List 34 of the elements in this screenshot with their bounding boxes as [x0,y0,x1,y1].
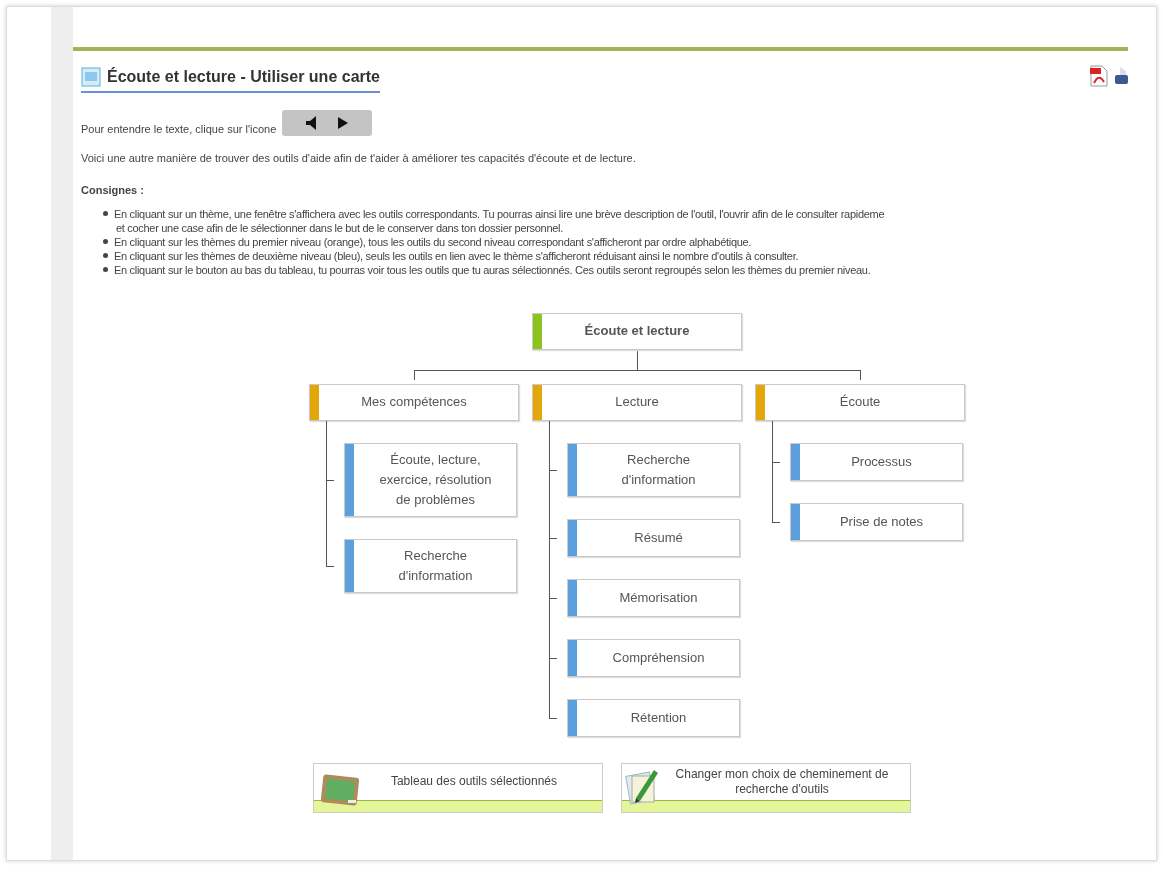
bullet-icon [103,266,108,272]
action-button[interactable]: Tableau des outils sélectionnés [313,762,603,813]
topic-node[interactable]: Mes compétences [309,383,519,421]
topic-node[interactable]: Recherche d'information [344,538,517,593]
intro-text: Voici une autre manière de trouver des outils d'aide afin de t'aider à améliorer tes capacités d'écoute et de lecture. [80,150,637,166]
action-button[interactable]: Changer mon choix de cheminement de recherche d'outils [621,762,911,813]
page-icon [81,67,101,87]
topic-node[interactable]: Prise de notes [790,502,963,541]
topic-node[interactable]: Processus [790,442,963,481]
bullet-icon [103,238,108,244]
bullet-icon [103,210,108,216]
instruction-text: En cliquant sur le bouton au bas du tableau, tu pourras voir tous les outils que tu auras sélectionnés. Ces outils seront regroupés selon les thèmes du premier niveau. [114,262,871,277]
topic-node[interactable]: Résumé [567,518,740,557]
instructions-heading: Consignes : [80,183,145,198]
instruction-text: En cliquant sur un thème, une fenêtre s'affichera avec les outils correspondants. Tu pourras ainsi lire une brève description de l'outil, l'ouvrir afin de le consulter rapideme [114,206,885,221]
printer-icon[interactable] [1114,65,1128,87]
speaker-icon[interactable] [306,116,319,131]
instruction-text: et cocher une case afin de le sélectionner dans le but de le conserver dans ton dossier personnel. [116,220,563,235]
pdf-icon[interactable] [1090,65,1108,87]
topic-node[interactable]: Rétention [567,698,740,737]
instruction-text: En cliquant sur les thèmes de deuxième niveau (bleu), seuls les outils en lien avec le thème s'afficheront réduisant ainsi le nombre d'outils à consulter. [114,248,799,263]
topic-node[interactable]: Écoute [755,383,965,421]
audio-instruction: Pour entendre le texte, clique sur l'icone [81,122,277,137]
instruction-text: En cliquant sur les thèmes du premier niveau (orange), tous les outils du second niveau correspondant s'afficheront par ordre alphabétique. [114,234,752,249]
topic-node[interactable]: Écoute, lecture, exercice, résolution de problèmes [344,442,517,517]
topic-node[interactable]: Écoute et lecture [532,312,742,350]
topic-node[interactable]: Mémorisation [567,578,740,617]
bullet-icon [103,252,108,258]
topic-node[interactable]: Compréhension [567,638,740,677]
topic-node[interactable]: Lecture [532,383,742,421]
audio-control[interactable] [282,110,373,137]
page-title: Écoute et lecture - Utiliser une carte [107,66,380,87]
topic-node[interactable]: Recherche d'information [567,442,740,497]
play-icon[interactable] [338,117,349,130]
